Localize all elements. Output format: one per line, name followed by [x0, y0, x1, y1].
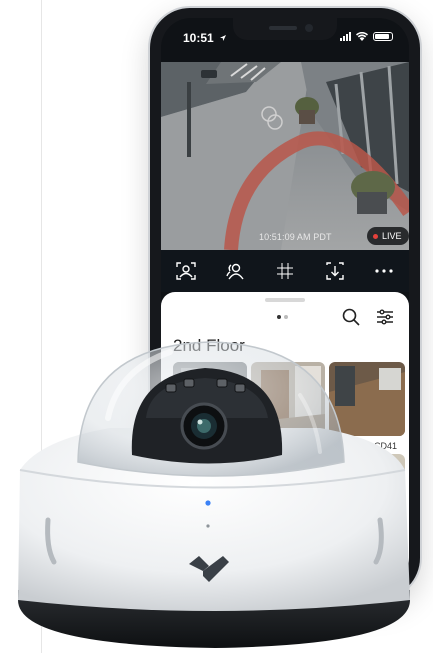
camera-thumbnail[interactable] [329, 362, 405, 436]
sheet-grabber[interactable] [265, 298, 305, 302]
live-indicator-dot [373, 233, 378, 239]
location-arrow-icon [220, 35, 227, 41]
camera-thumbnail-label: East Exit CD41 [336, 441, 398, 451]
filter-sliders-icon[interactable] [375, 307, 395, 327]
page-indicator [277, 315, 288, 319]
cell-signal-icon [340, 32, 351, 41]
camera-thumbnail[interactable] [173, 362, 247, 436]
camera-thumbnail[interactable] [251, 362, 325, 436]
battery-icon [373, 32, 393, 41]
camera-thumbnail-label: trance [374, 534, 400, 544]
phone-notch [233, 18, 337, 40]
feed-toolbar [161, 250, 409, 292]
more-icon[interactable] [373, 260, 395, 282]
status-time: 10:51 [183, 31, 227, 45]
status-time-text: 10:51 [183, 31, 214, 45]
live-label: LIVE [382, 231, 402, 241]
camera-thumbnail[interactable] [383, 558, 407, 588]
status-icons [340, 32, 393, 41]
page-divider-line [41, 0, 42, 653]
camera-list-sheet: 2nd Floor East Exit CD41 trance [161, 292, 409, 588]
phone-screen: 10:51 10:51:09 AM PDT LIVE 2nd Floor Eas… [161, 18, 409, 588]
download-clip-icon[interactable] [324, 260, 346, 282]
phone-mockup: 10:51 10:51:09 AM PDT LIVE 2nd Floor Eas… [150, 8, 420, 598]
camera-thumbnail[interactable] [329, 454, 405, 528]
live-badge[interactable]: LIVE [367, 227, 409, 245]
feed-scene [161, 62, 409, 250]
live-camera-feed[interactable]: 10:51:09 AM PDT LIVE [161, 62, 409, 250]
people-icon[interactable] [224, 260, 246, 282]
grid-icon[interactable] [274, 260, 296, 282]
face-scan-icon[interactable] [175, 260, 197, 282]
search-icon[interactable] [341, 307, 361, 327]
section-title: 2nd Floor [173, 336, 245, 355]
front-camera [305, 24, 313, 32]
wifi-icon [356, 32, 368, 41]
feed-timestamp: 10:51:09 AM PDT [259, 232, 332, 242]
speaker-grille [269, 26, 297, 30]
